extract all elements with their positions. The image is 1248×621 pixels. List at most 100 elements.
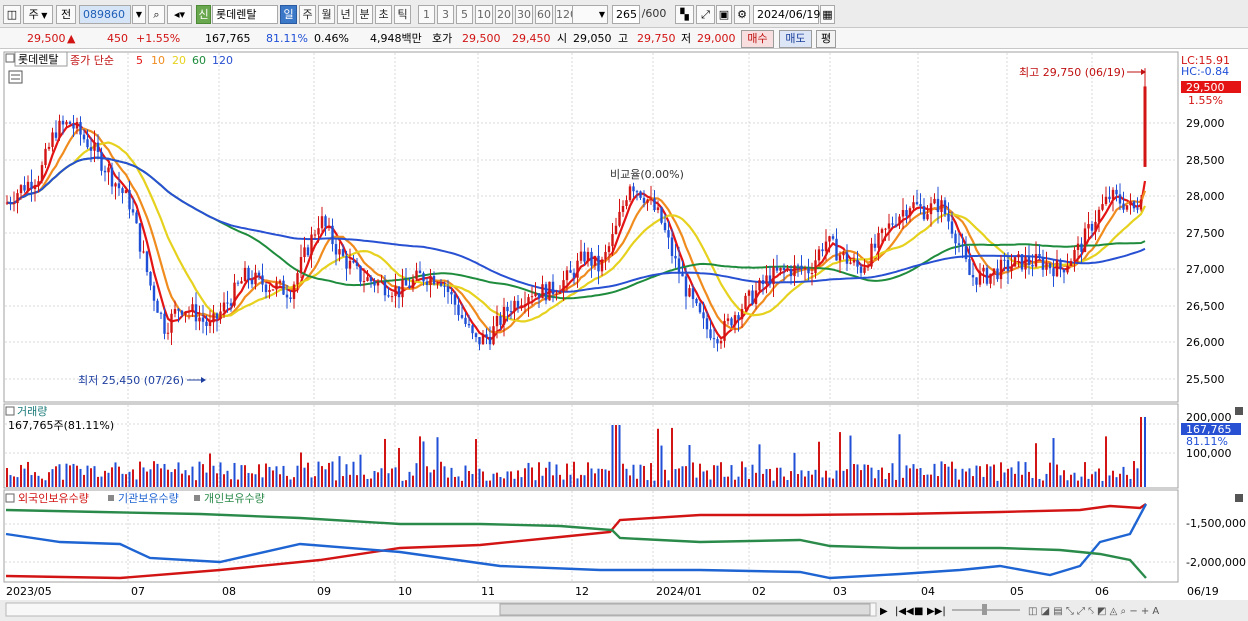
close-panel-icon[interactable] xyxy=(1235,407,1243,415)
stock-code-input[interactable]: 089860 xyxy=(79,5,131,24)
candle-body xyxy=(1048,263,1052,269)
period-tab-6[interactable]: 틱 xyxy=(394,5,411,24)
chevron-down-icon[interactable]: ▼ xyxy=(132,5,146,24)
close-panel-icon[interactable] xyxy=(1235,494,1243,502)
gear-icon[interactable]: ⚙ xyxy=(734,5,750,24)
volume-bar xyxy=(919,468,922,487)
stock-name-field[interactable]: 롯데렌탈 xyxy=(212,5,278,24)
interval-tab-0[interactable]: 1 xyxy=(418,5,435,24)
stop-icon[interactable]: ■ xyxy=(914,606,923,617)
candle-body xyxy=(243,267,247,282)
calendar-icon[interactable]: ▦ xyxy=(820,5,835,24)
search-icon[interactable]: ⌕ xyxy=(148,5,165,24)
date-input[interactable]: 2024/06/19 xyxy=(753,5,820,24)
period-tab-2[interactable]: 월 xyxy=(318,5,335,24)
scroll-end-icon[interactable]: ▶▶| xyxy=(927,606,946,617)
period-tab-5[interactable]: 초 xyxy=(375,5,392,24)
sell-button[interactable]: 매도 xyxy=(779,30,812,48)
period-tab-3[interactable]: 년 xyxy=(337,5,354,24)
volume-bar xyxy=(433,469,435,487)
tool-icons[interactable]: ◫ ◪ ▤ ⤡ ⤢ ⤣ ◩ ◬ ⌕ − + A xyxy=(1028,606,1159,617)
ma-label: 종가 단순 xyxy=(70,54,114,67)
volume-bar xyxy=(531,467,533,487)
scroll-right-icon[interactable]: ▶ xyxy=(880,606,888,617)
candle-body xyxy=(1052,268,1055,277)
prev-button[interactable]: 전 xyxy=(56,5,76,24)
volume-bar xyxy=(1052,438,1055,487)
volume-bar xyxy=(912,464,915,487)
interval-dropdown[interactable]: ▼ xyxy=(572,5,608,24)
candle-body xyxy=(450,291,453,295)
volume-bar xyxy=(170,472,173,487)
market-type-label: 주 xyxy=(28,8,39,21)
volume-bar xyxy=(835,470,838,487)
market-type-select[interactable]: 주 ▼ xyxy=(23,5,53,24)
volume-bar xyxy=(989,466,992,487)
interval-tab-1[interactable]: 3 xyxy=(437,5,454,24)
interval-tab-4[interactable]: 20 xyxy=(495,5,513,24)
period-tab-1[interactable]: 주 xyxy=(299,5,316,24)
candle-body xyxy=(723,320,726,341)
x-label: 07 xyxy=(131,585,145,598)
volume-bar xyxy=(576,478,579,487)
save-icon[interactable]: ▣ xyxy=(716,5,732,24)
ma-period-5: 5 xyxy=(136,54,143,67)
candle-body xyxy=(51,132,54,147)
scrollbar-thumb[interactable] xyxy=(499,603,871,616)
candle-type-icon[interactable]: ▚ xyxy=(675,5,694,24)
candle-body xyxy=(593,255,597,266)
candle-body xyxy=(306,247,310,256)
volume-bar xyxy=(90,468,92,487)
volume-bar xyxy=(408,471,411,487)
interval-tab-6[interactable]: 60 xyxy=(535,5,553,24)
volume-bar xyxy=(937,476,939,487)
candle-body xyxy=(145,251,149,272)
period-tab-4[interactable]: 분 xyxy=(356,5,373,24)
interval-tab-3[interactable]: 10 xyxy=(475,5,493,24)
candle-body xyxy=(653,198,656,211)
holding-panel[interactable] xyxy=(3,489,1179,583)
candle-body xyxy=(551,281,555,295)
volume-bar xyxy=(853,464,855,487)
draw-tool-icon[interactable]: ⤢ xyxy=(696,5,715,24)
credit-badge: 신 xyxy=(196,5,211,24)
candle-body xyxy=(1108,196,1111,200)
candle-body xyxy=(905,210,908,217)
candle-body xyxy=(947,213,950,222)
volume-bar xyxy=(608,470,610,487)
scroll-start-icon[interactable]: |◀◀ xyxy=(895,606,914,617)
volume-bar xyxy=(503,478,505,487)
window-menu-icon[interactable]: ◫ xyxy=(3,5,21,24)
volume-bar xyxy=(786,479,789,487)
price-panel[interactable] xyxy=(3,51,1179,403)
volume-bar xyxy=(475,439,477,487)
candle-body xyxy=(859,266,863,273)
interval-tab-2[interactable]: 5 xyxy=(456,5,473,24)
candle-body xyxy=(632,186,635,192)
buy-button[interactable]: 매수 xyxy=(741,30,774,48)
candle-body xyxy=(600,259,604,272)
volume-bar xyxy=(1028,471,1030,487)
candle-body xyxy=(572,272,576,278)
candle-body xyxy=(9,202,12,204)
period-tab-0[interactable]: 일 xyxy=(280,5,297,24)
candle-body xyxy=(222,302,226,312)
display-count-input[interactable]: 265 xyxy=(612,5,640,24)
volume-bar xyxy=(380,468,383,487)
stock-chart[interactable]: 롯데렌탈 종가 단순 5 10 20 60 120 LC:15.91 HC:-0… xyxy=(0,49,1248,621)
volume-bar xyxy=(244,465,246,487)
volume-bar xyxy=(457,476,460,487)
volume-bar xyxy=(198,461,201,487)
interval-tab-5[interactable]: 30 xyxy=(515,5,533,24)
candle-body xyxy=(313,234,317,236)
calculator-icon[interactable] xyxy=(8,70,23,84)
volume-bar xyxy=(881,467,883,487)
speaker-icon[interactable]: ◂▾ xyxy=(167,5,192,24)
volume-bar xyxy=(1056,464,1058,487)
volume-bar xyxy=(524,468,526,487)
volume-bar xyxy=(559,474,561,487)
volume-bar xyxy=(489,480,491,487)
zoom-slider-handle[interactable] xyxy=(982,604,987,615)
eval-button[interactable]: 평 xyxy=(816,30,836,48)
candle-body xyxy=(1083,228,1087,252)
